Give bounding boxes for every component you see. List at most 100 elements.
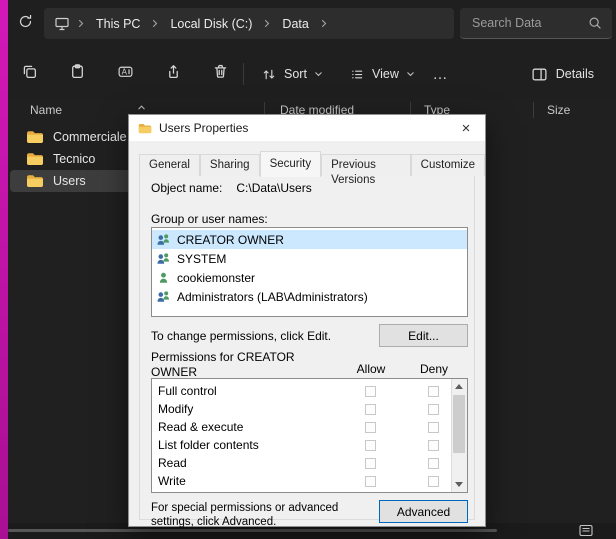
edit-button-label: Edit... <box>408 329 439 343</box>
tab-security[interactable]: Security <box>260 151 322 177</box>
tab-customize[interactable]: Customize <box>411 154 485 176</box>
tab-general[interactable]: General <box>139 154 200 176</box>
close-icon[interactable]: × <box>451 117 481 139</box>
view-icon <box>349 67 365 82</box>
column-header-name[interactable]: Name <box>30 103 62 117</box>
permission-name: List folder contents <box>158 438 351 452</box>
allow-checkbox[interactable] <box>365 422 376 433</box>
rename-button[interactable]: A <box>106 57 144 91</box>
folder-icon <box>26 152 44 166</box>
advanced-hint: For special permissions or advanced sett… <box>151 501 375 530</box>
permission-row-read[interactable]: Read <box>152 454 452 472</box>
object-name-label: Object name: <box>151 181 222 195</box>
search-input[interactable] <box>470 15 582 31</box>
file-explorer-window: This PC Local Disk (C:) Data <box>0 0 616 539</box>
vertical-scrollbar[interactable] <box>451 379 467 492</box>
dialog-title-bar[interactable]: Users Properties × <box>129 115 485 141</box>
deny-checkbox[interactable] <box>428 440 439 451</box>
breadcrumb-this-pc[interactable]: This PC <box>92 15 144 33</box>
chevron-right-icon <box>77 17 85 31</box>
refresh-button[interactable] <box>12 13 38 35</box>
tab-sharing[interactable]: Sharing <box>200 154 260 176</box>
permission-row-list-folder-contents[interactable]: List folder contents <box>152 436 452 454</box>
deny-checkbox[interactable] <box>428 458 439 469</box>
permission-name: Modify <box>158 402 351 416</box>
permission-name: Read & execute <box>158 420 351 434</box>
rename-icon: A <box>117 63 134 85</box>
allow-checkbox[interactable] <box>365 386 376 397</box>
principal-name: SYSTEM <box>177 252 226 266</box>
allow-checkbox[interactable] <box>365 440 376 451</box>
permission-row-write[interactable]: Write <box>152 472 452 490</box>
svg-text:A: A <box>121 67 127 76</box>
chevron-down-icon <box>406 70 415 78</box>
permission-row-modify[interactable]: Modify <box>152 400 452 418</box>
details-label: Details <box>556 67 594 81</box>
ellipsis-icon: … <box>433 66 448 83</box>
group-list-label: Group or user names: <box>151 212 268 226</box>
sort-button[interactable]: Sort <box>252 57 332 91</box>
paste-button[interactable] <box>58 57 96 91</box>
more-options-button[interactable]: … <box>424 57 456 91</box>
allow-column-header: Allow <box>351 362 391 376</box>
share-button[interactable] <box>154 57 192 91</box>
advanced-button[interactable]: Advanced <box>379 500 468 523</box>
deny-checkbox[interactable] <box>428 422 439 433</box>
file-name: Tecnico <box>53 152 95 166</box>
scroll-up-icon[interactable] <box>452 379 466 394</box>
column-header-size[interactable]: Size <box>547 103 570 117</box>
group-icon <box>156 252 171 265</box>
chevron-right-icon <box>263 17 271 31</box>
paste-icon <box>69 63 86 85</box>
column-divider[interactable] <box>533 102 534 118</box>
breadcrumb-data[interactable]: Data <box>278 15 312 33</box>
deny-checkbox[interactable] <box>428 404 439 415</box>
chevron-down-icon <box>314 70 323 78</box>
toolbar-divider <box>243 63 244 85</box>
this-pc-icon <box>54 16 70 31</box>
tab-previous-versions[interactable]: Previous Versions <box>321 154 411 176</box>
edit-hint: To change permissions, click Edit. <box>151 329 331 343</box>
copy-button[interactable] <box>10 57 48 91</box>
scrollbar-thumb[interactable] <box>453 395 465 453</box>
principal-system[interactable]: SYSTEM <box>152 249 467 268</box>
principal-creator-owner[interactable]: CREATOR OWNER <box>152 230 467 249</box>
permission-name: Write <box>158 474 351 488</box>
permission-name: Read <box>158 456 351 470</box>
principal-cookiemonster[interactable]: cookiemonster <box>152 268 467 287</box>
edit-button[interactable]: Edit... <box>379 324 468 347</box>
folder-icon <box>26 174 44 188</box>
delete-button[interactable] <box>201 57 239 91</box>
permission-row-read-execute[interactable]: Read & execute <box>152 418 452 436</box>
scroll-down-icon[interactable] <box>452 477 466 492</box>
deny-checkbox[interactable] <box>428 386 439 397</box>
chevron-right-icon <box>320 17 328 31</box>
permission-name: Full control <box>158 384 351 398</box>
breadcrumb-local-disk-c[interactable]: Local Disk (C:) <box>166 15 256 33</box>
file-name: Commerciale <box>53 130 127 144</box>
chevron-right-icon <box>151 17 159 31</box>
principal-name: CREATOR OWNER <box>177 233 284 247</box>
deny-checkbox[interactable] <box>428 476 439 487</box>
window-accent-strip <box>0 0 8 539</box>
view-toggle-icon[interactable] <box>578 524 594 539</box>
trash-icon <box>212 63 229 85</box>
allow-checkbox[interactable] <box>365 458 376 469</box>
principal-administrators[interactable]: Administrators (LAB\Administrators) <box>152 287 467 306</box>
permission-row-full-control[interactable]: Full control <box>152 382 452 400</box>
search-box[interactable] <box>460 8 612 39</box>
users-properties-dialog: Users Properties × General Sharing Secur… <box>128 114 486 527</box>
advanced-button-label: Advanced <box>397 505 450 519</box>
folder-icon <box>26 130 44 144</box>
allow-checkbox[interactable] <box>365 476 376 487</box>
details-pane-icon <box>531 67 548 82</box>
search-icon <box>588 16 602 30</box>
deny-column-header: Deny <box>414 362 454 376</box>
object-name-row: Object name: C:\Data\Users <box>151 181 312 195</box>
allow-checkbox[interactable] <box>365 404 376 415</box>
object-name-value: C:\Data\Users <box>236 181 311 195</box>
view-button[interactable]: View <box>340 57 424 91</box>
refresh-icon <box>18 14 33 34</box>
sort-icon <box>261 67 277 82</box>
details-pane-button[interactable]: Details <box>521 57 604 91</box>
